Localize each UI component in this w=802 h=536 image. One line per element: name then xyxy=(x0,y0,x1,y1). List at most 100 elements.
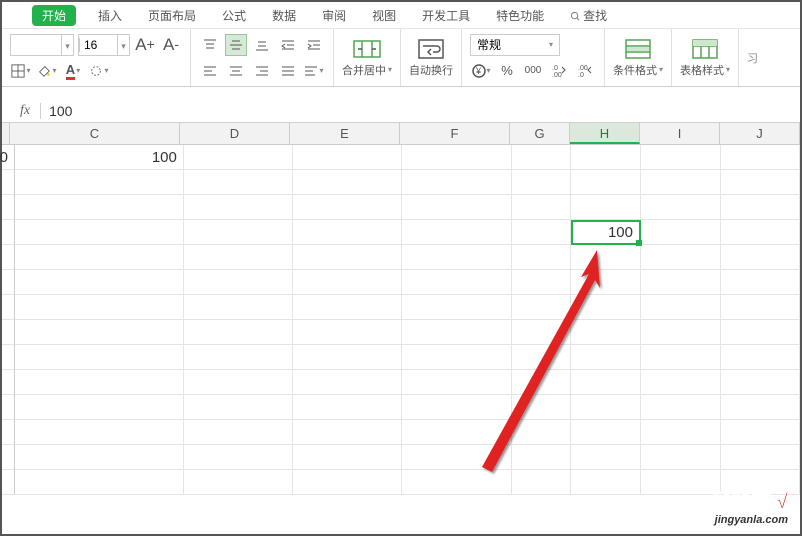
more-group[interactable]: 习 xyxy=(739,29,766,86)
cell[interactable] xyxy=(721,420,801,445)
cell[interactable] xyxy=(721,195,801,220)
cell[interactable] xyxy=(512,245,572,270)
cell[interactable]: 0 xyxy=(2,145,15,170)
cell[interactable] xyxy=(641,320,721,345)
col-header-i[interactable]: I xyxy=(640,123,720,144)
tab-review[interactable]: 审阅 xyxy=(318,5,350,26)
cell[interactable] xyxy=(2,470,15,495)
cell[interactable] xyxy=(15,270,184,295)
align-top-button[interactable] xyxy=(199,34,221,56)
cell[interactable] xyxy=(293,195,402,220)
cell[interactable] xyxy=(641,270,721,295)
cell[interactable] xyxy=(293,470,402,495)
cell[interactable] xyxy=(721,395,801,420)
currency-button[interactable]: ¥ xyxy=(470,60,492,82)
cell[interactable] xyxy=(512,445,572,470)
cell[interactable] xyxy=(293,445,402,470)
cell[interactable] xyxy=(15,295,184,320)
cell[interactable] xyxy=(402,270,511,295)
fill-handle[interactable] xyxy=(636,240,642,246)
cell[interactable] xyxy=(571,195,641,220)
cell[interactable] xyxy=(402,245,511,270)
tab-insert[interactable]: 插入 xyxy=(94,5,126,26)
cell[interactable] xyxy=(402,420,511,445)
cell[interactable] xyxy=(641,195,721,220)
fill-color-button[interactable] xyxy=(36,60,58,82)
cell[interactable] xyxy=(15,445,184,470)
col-header-j[interactable]: J xyxy=(720,123,800,144)
col-header-h[interactable]: H xyxy=(570,123,640,144)
cell[interactable] xyxy=(571,270,641,295)
tab-dev[interactable]: 开发工具 xyxy=(418,5,474,26)
cell[interactable] xyxy=(15,245,184,270)
cell[interactable] xyxy=(293,295,402,320)
cell[interactable] xyxy=(293,345,402,370)
percent-button[interactable]: % xyxy=(496,60,518,82)
cell[interactable] xyxy=(184,470,293,495)
cell[interactable] xyxy=(721,445,801,470)
cell[interactable] xyxy=(512,395,572,420)
cell[interactable] xyxy=(15,345,184,370)
cell[interactable] xyxy=(293,370,402,395)
borders-button[interactable] xyxy=(10,60,32,82)
cell[interactable] xyxy=(641,420,721,445)
cell[interactable] xyxy=(571,170,641,195)
merge-group[interactable]: 合并居中 xyxy=(334,29,401,86)
align-right-button[interactable] xyxy=(251,60,273,82)
cell[interactable] xyxy=(184,445,293,470)
cell[interactable] xyxy=(2,445,15,470)
cell[interactable] xyxy=(184,195,293,220)
align-center-button[interactable] xyxy=(225,60,247,82)
cell[interactable] xyxy=(2,320,15,345)
cell[interactable] xyxy=(293,320,402,345)
cell[interactable] xyxy=(571,395,641,420)
cell[interactable] xyxy=(512,345,572,370)
table-style-group[interactable]: 表格样式 xyxy=(672,29,739,86)
cell[interactable] xyxy=(641,370,721,395)
cell[interactable] xyxy=(641,245,721,270)
cell[interactable] xyxy=(184,370,293,395)
select-all-corner[interactable] xyxy=(2,123,10,144)
align-left-button[interactable] xyxy=(199,60,221,82)
cell[interactable] xyxy=(402,470,511,495)
cell[interactable] xyxy=(641,295,721,320)
decrease-font-button[interactable]: A- xyxy=(160,34,182,56)
cell[interactable] xyxy=(641,145,721,170)
cell[interactable] xyxy=(402,295,511,320)
cell[interactable] xyxy=(721,295,801,320)
cell[interactable] xyxy=(641,470,721,495)
cell[interactable] xyxy=(15,420,184,445)
align-middle-button[interactable] xyxy=(225,34,247,56)
cell[interactable] xyxy=(571,320,641,345)
formula-input[interactable]: 100 xyxy=(41,103,800,119)
cell[interactable] xyxy=(641,220,721,245)
wrap-group[interactable]: 自动换行 xyxy=(401,29,462,86)
cell[interactable] xyxy=(2,345,15,370)
cell[interactable] xyxy=(571,470,641,495)
col-header-g[interactable]: G xyxy=(510,123,570,144)
cell[interactable] xyxy=(402,345,511,370)
cell[interactable] xyxy=(512,195,572,220)
cell[interactable] xyxy=(721,220,801,245)
grid[interactable]: 0100100 xyxy=(2,145,800,495)
cell[interactable] xyxy=(15,370,184,395)
cell[interactable] xyxy=(2,295,15,320)
cell[interactable] xyxy=(15,220,184,245)
cell[interactable] xyxy=(512,295,572,320)
cell[interactable] xyxy=(2,420,15,445)
cell[interactable]: 100 xyxy=(571,220,641,245)
cell[interactable] xyxy=(571,145,641,170)
highlight-button[interactable] xyxy=(88,60,110,82)
cell[interactable] xyxy=(293,245,402,270)
cell[interactable] xyxy=(2,370,15,395)
tab-start[interactable]: 开始 xyxy=(32,5,76,26)
cell[interactable] xyxy=(721,270,801,295)
cell[interactable] xyxy=(721,370,801,395)
cell[interactable] xyxy=(402,445,511,470)
cell[interactable] xyxy=(571,345,641,370)
cell[interactable] xyxy=(293,220,402,245)
orientation-button[interactable] xyxy=(303,60,325,82)
col-header-d[interactable]: D xyxy=(180,123,290,144)
col-header-f[interactable]: F xyxy=(400,123,510,144)
cell[interactable] xyxy=(2,220,15,245)
